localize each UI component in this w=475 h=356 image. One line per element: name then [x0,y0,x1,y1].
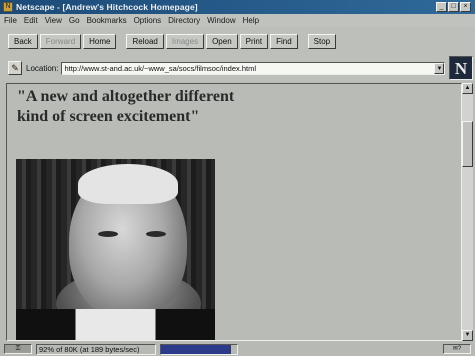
forward-button[interactable]: Forward [39,33,82,49]
reload-button[interactable]: Reload [126,33,164,49]
images-button[interactable]: Images [165,33,205,49]
menu-bar: File Edit View Go Bookmarks Options Dire… [0,14,475,27]
open-button[interactable]: Open [206,33,238,49]
menu-window[interactable]: Window [207,16,235,25]
scroll-down-icon[interactable]: ▼ [462,330,473,341]
menu-options[interactable]: Options [134,16,162,25]
portrait-photo [16,159,215,340]
page-headline: "A new and altogether different kind of … [17,88,235,125]
url-text: http://www.st-and.ac.uk/~www_sa/socs/fil… [64,63,256,73]
navigation-toolbar: Back Forward Home Reload Images Open Pri… [0,27,475,55]
bookmark-icon[interactable]: ✎ [8,61,22,75]
menu-file[interactable]: File [4,16,17,25]
location-label: Location: [26,63,59,73]
back-button[interactable]: Back [8,33,38,49]
maximize-button[interactable]: □ [448,2,459,12]
menu-go[interactable]: Go [69,16,80,25]
close-button[interactable]: × [460,2,471,12]
menu-help[interactable]: Help [243,16,259,25]
menu-edit[interactable]: Edit [24,16,38,25]
netscape-logo[interactable]: N [449,56,473,80]
find-button[interactable]: Find [270,33,298,49]
status-bar: ⚿ 92% of 80K (at 189 bytes/sec) ✉? [0,342,475,356]
mail-icon[interactable]: ✉? [443,344,471,354]
progress-bar [160,343,238,355]
netscape-app-icon[interactable]: N [3,2,13,12]
vertical-scrollbar[interactable]: ▲ ▼ [462,83,473,341]
progress-fill [161,344,231,354]
security-key-icon: ⚿ [4,344,32,354]
url-field[interactable]: http://www.st-and.ac.uk/~www_sa/socs/fil… [61,61,446,75]
minimize-button[interactable]: _ [436,2,447,12]
stop-button[interactable]: Stop [307,33,337,49]
menu-directory[interactable]: Directory [168,16,200,25]
page-content: "A new and altogether different kind of … [6,83,462,341]
menu-view[interactable]: View [45,16,62,25]
title-bar: N Netscape - [Andrew's Hitchcock Homepag… [0,0,475,14]
scroll-up-icon[interactable]: ▲ [462,83,473,94]
url-dropdown-icon[interactable]: ▼ [434,62,445,74]
home-button[interactable]: Home [83,33,117,49]
scroll-thumb[interactable] [462,121,473,167]
window-title: Netscape - [Andrew's Hitchcock Homepage] [16,2,198,12]
menu-bookmarks[interactable]: Bookmarks [87,16,127,25]
status-text: 92% of 80K (at 189 bytes/sec) [36,343,156,355]
location-bar: ✎ Location: http://www.st-and.ac.uk/~www… [0,55,475,81]
print-button[interactable]: Print [239,33,269,49]
